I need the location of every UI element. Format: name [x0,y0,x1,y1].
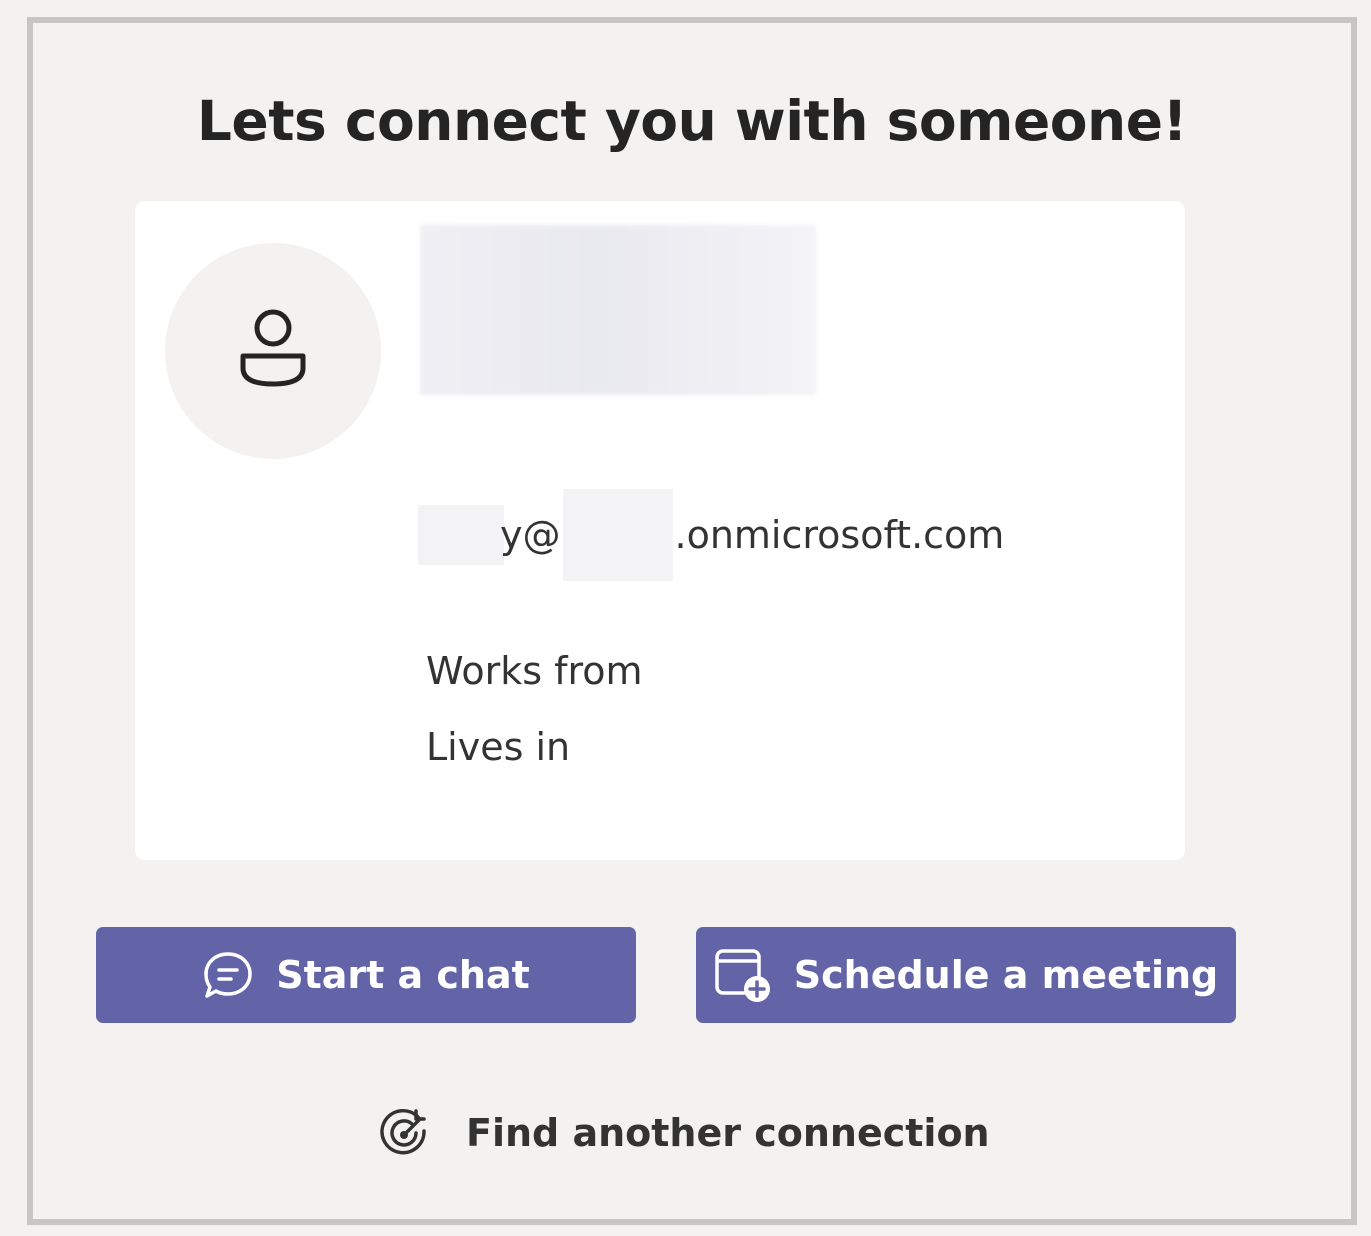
redacted-email-tenant [562,489,673,581]
person-icon [237,306,309,396]
schedule-meeting-label: Schedule a meeting [793,953,1219,997]
email-address[interactable]: y@ .onmicrosoft.com [418,489,1004,581]
lives-in-label: Lives in [426,725,571,769]
works-from-label: Works from [426,649,643,693]
profile-card: y@ .onmicrosoft.com Works from Lives in [135,201,1185,860]
chat-bubble-icon [202,950,254,1000]
page-title: Lets connect you with someone! [196,89,1188,153]
start-chat-button[interactable]: Start a chat [96,927,636,1023]
redacted-email-user [418,505,504,565]
email-partial: y@ [500,513,561,557]
schedule-meeting-button[interactable]: Schedule a meeting [696,927,1236,1023]
connect-panel: Lets connect you with someone! y@ .onmic… [27,17,1357,1225]
avatar [165,243,381,459]
find-another-connection-label: Find another connection [466,1111,990,1155]
email-domain: .onmicrosoft.com [674,513,1005,557]
start-chat-label: Start a chat [276,953,530,997]
redacted-name [420,225,816,395]
target-refresh-icon [378,1107,430,1159]
find-another-connection-link[interactable]: Find another connection [378,1103,990,1163]
calendar-add-icon [714,946,772,1004]
